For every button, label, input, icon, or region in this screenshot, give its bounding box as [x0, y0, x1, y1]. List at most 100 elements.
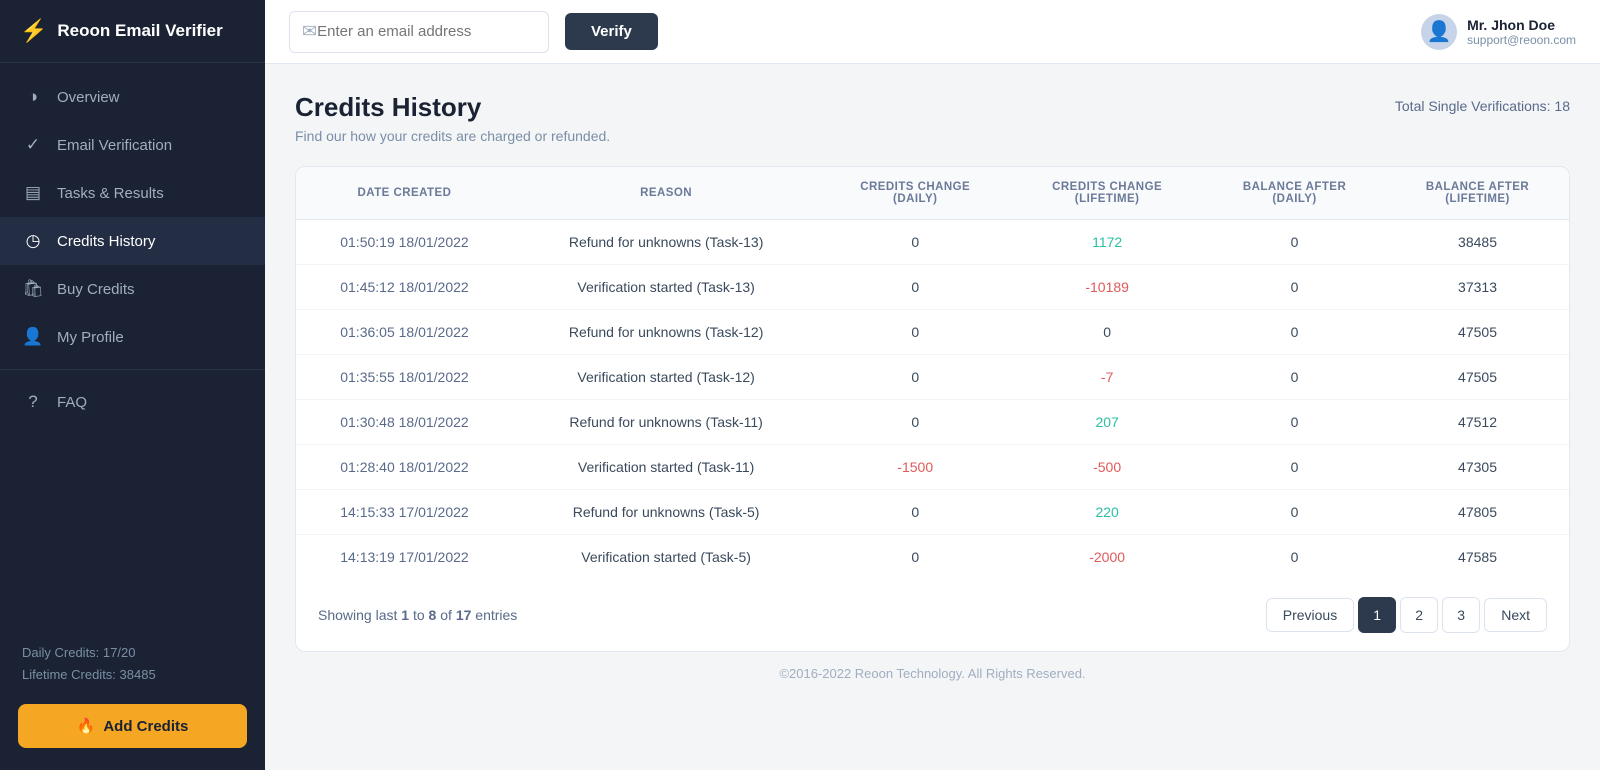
sidebar-item-credits-history[interactable]: ◷ Credits History [0, 217, 265, 265]
page-title: Credits History [295, 92, 610, 123]
cell-balance-daily: 0 [1203, 265, 1386, 310]
cell-credits-lifetime: 220 [1011, 490, 1203, 535]
page-1-button[interactable]: 1 [1358, 597, 1396, 633]
cell-reason: Refund for unknowns (Task-5) [513, 490, 819, 535]
col-balance-after-lifetime: BALANCE AFTER(LIFETIME) [1386, 167, 1569, 220]
cell-reason: Verification started (Task-11) [513, 445, 819, 490]
email-verification-icon: ✓ [22, 135, 44, 155]
cell-credits-daily: 0 [819, 490, 1011, 535]
sidebar-nav: ◑ Overview ✓ Email Verification ▤ Tasks … [0, 63, 265, 628]
page-2-button[interactable]: 2 [1400, 597, 1438, 633]
daily-credits-label: Daily Credits: 17/20 [22, 642, 243, 664]
cell-reason: Refund for unknowns (Task-11) [513, 400, 819, 445]
col-date-created: DATE CREATED [296, 167, 513, 220]
cell-credits-lifetime: -7 [1011, 355, 1203, 400]
cell-credits-daily: 0 [819, 220, 1011, 265]
cell-credits-daily: 0 [819, 535, 1011, 580]
cell-balance-lifetime: 37313 [1386, 265, 1569, 310]
page-title-area: Credits History Find our how your credit… [295, 92, 610, 144]
tasks-icon: ▤ [22, 183, 44, 203]
cell-reason: Refund for unknowns (Task-13) [513, 220, 819, 265]
sidebar-item-label: Tasks & Results [57, 185, 164, 202]
main-area: ✉ Verify 👤 Mr. Jhon Doe support@reoon.co… [265, 0, 1600, 770]
cell-date: 01:30:48 18/01/2022 [296, 400, 513, 445]
sidebar-item-label: FAQ [57, 394, 87, 411]
cell-balance-lifetime: 47305 [1386, 445, 1569, 490]
brand-name: Reoon Email Verifier [57, 21, 222, 41]
cell-date: 01:36:05 18/01/2022 [296, 310, 513, 355]
sidebar-item-overview[interactable]: ◑ Overview [0, 73, 265, 121]
cell-reason: Verification started (Task-5) [513, 535, 819, 580]
email-input[interactable] [317, 23, 536, 40]
sidebar: ⚡ Reoon Email Verifier ◑ Overview ✓ Emai… [0, 0, 265, 770]
cell-balance-lifetime: 47805 [1386, 490, 1569, 535]
avatar: 👤 [1421, 14, 1457, 50]
cell-balance-daily: 0 [1203, 445, 1386, 490]
cell-credits-daily: -1500 [819, 445, 1011, 490]
cell-balance-lifetime: 47585 [1386, 535, 1569, 580]
user-info: Mr. Jhon Doe support@reoon.com [1467, 17, 1576, 47]
cell-balance-daily: 0 [1203, 535, 1386, 580]
cell-reason: Refund for unknowns (Task-12) [513, 310, 819, 355]
sidebar-item-tasks-results[interactable]: ▤ Tasks & Results [0, 169, 265, 217]
email-input-wrap: ✉ [289, 11, 549, 53]
table-row: 01:35:55 18/01/2022 Verification started… [296, 355, 1569, 400]
cell-credits-lifetime: 0 [1011, 310, 1203, 355]
cell-date: 01:50:19 18/01/2022 [296, 220, 513, 265]
cell-date: 14:15:33 17/01/2022 [296, 490, 513, 535]
col-balance-after-daily: BALANCE AFTER(DAILY) [1203, 167, 1386, 220]
table-row: 01:36:05 18/01/2022 Refund for unknowns … [296, 310, 1569, 355]
brand: ⚡ Reoon Email Verifier [0, 0, 265, 63]
cell-credits-lifetime: -500 [1011, 445, 1203, 490]
page-subtitle: Find our how your credits are charged or… [295, 128, 610, 144]
next-button[interactable]: Next [1484, 598, 1547, 632]
sidebar-item-label: Credits History [57, 233, 155, 250]
profile-icon: 👤 [22, 327, 44, 347]
table-row: 01:50:19 18/01/2022 Refund for unknowns … [296, 220, 1569, 265]
table-footer: Showing last 1 to 8 of 17 entries Previo… [296, 579, 1569, 651]
email-icon: ✉ [302, 21, 317, 42]
table-row: 01:30:48 18/01/2022 Refund for unknowns … [296, 400, 1569, 445]
cell-reason: Verification started (Task-13) [513, 265, 819, 310]
cell-balance-daily: 0 [1203, 490, 1386, 535]
cell-credits-lifetime: -10189 [1011, 265, 1203, 310]
table-row: 14:13:19 17/01/2022 Verification started… [296, 535, 1569, 580]
add-credits-button[interactable]: 🔥 Add Credits [18, 704, 247, 748]
cell-credits-lifetime: 1172 [1011, 220, 1203, 265]
table-row: 14:15:33 17/01/2022 Refund for unknowns … [296, 490, 1569, 535]
page-3-button[interactable]: 3 [1442, 597, 1480, 633]
showing-text: Showing last 1 to 8 of 17 entries [318, 607, 517, 623]
cell-credits-daily: 0 [819, 355, 1011, 400]
sidebar-item-buy-credits[interactable]: 🛍 Buy Credits [0, 265, 265, 313]
add-credits-icon: 🔥 [77, 717, 96, 735]
sidebar-item-email-verification[interactable]: ✓ Email Verification [0, 121, 265, 169]
credits-history-icon: ◷ [22, 231, 44, 251]
user-name: Mr. Jhon Doe [1467, 17, 1576, 33]
buy-credits-icon: 🛍 [22, 279, 44, 299]
cell-balance-lifetime: 47505 [1386, 310, 1569, 355]
brand-icon: ⚡ [20, 18, 47, 44]
sidebar-item-my-profile[interactable]: 👤 My Profile [0, 313, 265, 361]
verify-button[interactable]: Verify [565, 13, 658, 50]
cell-date: 01:35:55 18/01/2022 [296, 355, 513, 400]
lifetime-credits-label: Lifetime Credits: 38485 [22, 664, 243, 686]
previous-button[interactable]: Previous [1266, 598, 1354, 632]
cell-date: 14:13:19 17/01/2022 [296, 535, 513, 580]
col-reason: REASON [513, 167, 819, 220]
cell-date: 01:45:12 18/01/2022 [296, 265, 513, 310]
user-email: support@reoon.com [1467, 33, 1576, 47]
sidebar-credits: Daily Credits: 17/20 Lifetime Credits: 3… [0, 628, 265, 694]
page-header: Credits History Find our how your credit… [295, 92, 1570, 144]
cell-reason: Verification started (Task-12) [513, 355, 819, 400]
sidebar-item-label: Email Verification [57, 137, 172, 154]
cell-balance-lifetime: 47505 [1386, 355, 1569, 400]
overview-icon: ◑ [22, 87, 44, 107]
cell-date: 01:28:40 18/01/2022 [296, 445, 513, 490]
sidebar-item-label: Overview [57, 89, 120, 106]
sidebar-item-faq[interactable]: ? FAQ [0, 378, 265, 426]
cell-balance-daily: 0 [1203, 220, 1386, 265]
faq-icon: ? [22, 392, 44, 412]
cell-credits-daily: 0 [819, 265, 1011, 310]
cell-credits-lifetime: 207 [1011, 400, 1203, 445]
pagination: Previous 1 2 3 Next [1266, 597, 1547, 633]
